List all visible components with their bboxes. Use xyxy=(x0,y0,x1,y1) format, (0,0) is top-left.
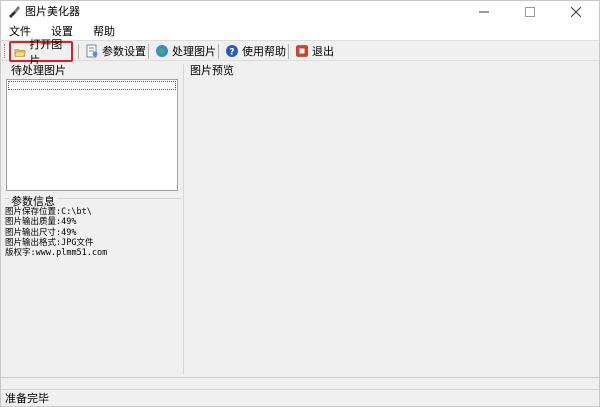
paintbrush-icon xyxy=(9,6,20,18)
open-image-button[interactable]: 打开图片 xyxy=(9,38,73,67)
parameter-settings-button[interactable]: 参数设置 xyxy=(82,42,149,60)
toolbar-separator xyxy=(78,44,79,59)
minimize-button[interactable] xyxy=(461,1,507,23)
pending-images-title: 待处理图片 xyxy=(9,64,68,77)
param-output-size: 图片输出尺寸:49% xyxy=(5,227,77,238)
status-divider xyxy=(1,377,599,389)
image-preview-panel: 图片预览 xyxy=(183,64,599,375)
process-image-button[interactable]: 处理图片 xyxy=(152,42,219,60)
help-icon: ? xyxy=(226,45,238,58)
toolbar-separator xyxy=(218,44,219,59)
parameter-info-lines: 图片保存位置:C:\bt\ 图片输出质量:49% 图片输出尺寸:49% 图片输出… xyxy=(5,207,107,258)
maximize-icon xyxy=(525,7,535,17)
usage-help-button[interactable]: ? 使用帮助 xyxy=(222,42,289,60)
toolbar-grip[interactable] xyxy=(4,44,6,58)
close-button[interactable] xyxy=(553,1,599,23)
list-focus-row[interactable] xyxy=(8,81,176,90)
folder-open-icon xyxy=(14,48,26,57)
open-image-label: 打开图片 xyxy=(29,37,63,67)
process-image-label: 处理图片 xyxy=(172,45,216,58)
toolbar-separator xyxy=(148,44,149,59)
close-icon xyxy=(571,7,581,17)
menu-bar: 文件 设置 帮助 xyxy=(1,23,599,40)
title-bar: 图片美化器 xyxy=(1,1,599,23)
param-copyright-text: 版权字:www.plmm51.com xyxy=(5,248,108,259)
left-panel: 待处理图片 参数信息 图片保存位置:C:\bt\ 图片输出质量:49% 图片输出… xyxy=(3,64,181,375)
parameter-settings-label: 参数设置 xyxy=(102,45,146,58)
maximize-button[interactable] xyxy=(507,1,553,23)
exit-label: 退出 xyxy=(312,45,334,58)
status-text: 准备完毕 xyxy=(5,392,49,405)
menu-file[interactable]: 文件 xyxy=(9,24,31,39)
svg-text:?: ? xyxy=(229,48,234,58)
toolbar-separator xyxy=(288,44,289,59)
pending-images-list[interactable] xyxy=(6,79,178,191)
exit-icon xyxy=(296,45,308,57)
toolbar: 打开图片 参数设置 处理图片 ? 使用帮助 退出 xyxy=(1,38,599,67)
status-bar: 准备完毕 xyxy=(1,389,599,406)
param-output-format: 图片输出格式:JPG文件 xyxy=(5,237,94,248)
window-title: 图片美化器 xyxy=(25,5,80,18)
process-image-icon xyxy=(156,45,168,57)
menu-help[interactable]: 帮助 xyxy=(93,24,115,39)
image-preview-title: 图片预览 xyxy=(188,64,236,77)
param-output-quality: 图片输出质量:49% xyxy=(5,217,77,228)
param-save-location: 图片保存位置:C:\bt\ xyxy=(5,207,92,217)
exit-button[interactable]: 退出 xyxy=(292,42,337,60)
settings-document-icon xyxy=(86,44,98,58)
minimize-icon xyxy=(479,11,489,13)
usage-help-label: 使用帮助 xyxy=(242,45,286,58)
app-window: 图片美化器 文件 设置 帮助 打开图片 参数设置 处理图片 ? 使用帮助 退出 … xyxy=(0,0,600,407)
